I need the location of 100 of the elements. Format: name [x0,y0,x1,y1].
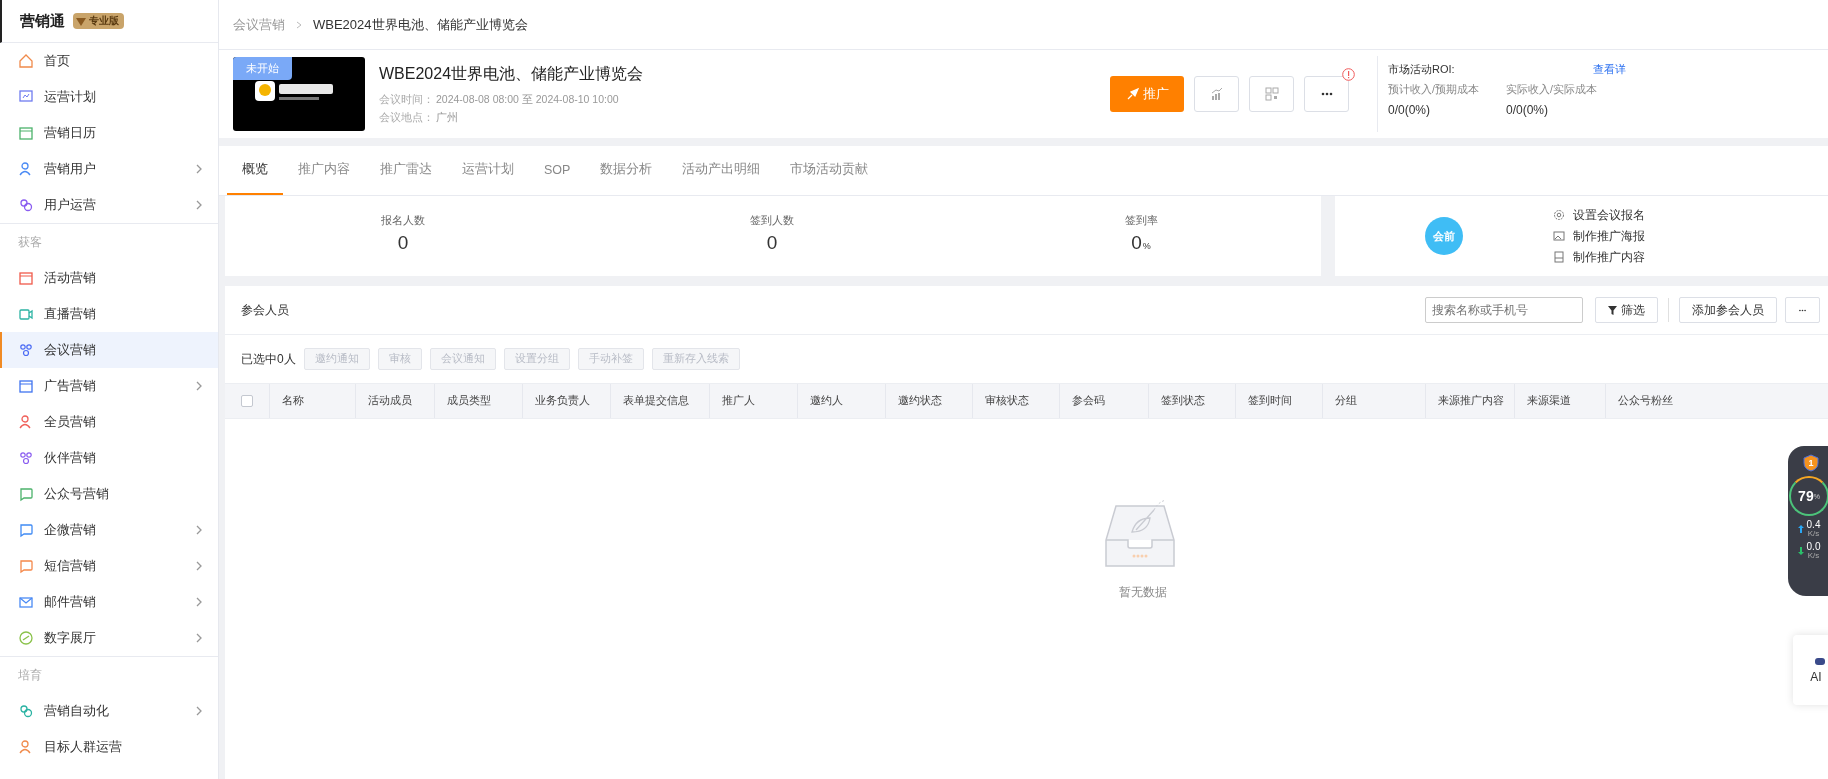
breadcrumb-current: WBE2024世界电池、储能产业博览会 [313,15,528,34]
group-icon [18,450,34,466]
column-header: 签到状态 [1148,384,1235,418]
chevron-icon [295,20,303,29]
calendar-icon [18,270,34,286]
sidebar-item[interactable]: 会议营销 [0,332,218,368]
image-icon [1553,230,1565,242]
column-header: 邀约状态 [885,384,972,418]
alert-icon [1342,68,1355,81]
group-icon [18,342,34,358]
selected-count: 已选中0人 [241,350,296,368]
users-icon [18,197,34,213]
chart-icon [18,89,34,105]
sidebar-item[interactable]: 广告营销 [0,368,218,404]
sidebar-item[interactable]: 数字展厅 [0,620,218,656]
document-icon [1553,251,1565,263]
sidebar-item[interactable]: 目标人群运营 [0,729,218,765]
select-all-checkbox[interactable] [241,395,253,407]
event-time: 2024-08-08 08:00 至 2024-08-10 10:00 [436,92,619,107]
search-field[interactable]: 搜索名称或手机号 [1425,297,1583,323]
more-button[interactable] [1785,297,1820,323]
sidebar-item[interactable]: 活动营销 [0,260,218,296]
sidebar-item[interactable]: 用户运营 [0,187,218,223]
chat-icon [18,558,34,574]
shield-count: 1 [1808,458,1814,468]
event-place: 广州 [436,110,458,125]
sidebar-item[interactable]: 全员营销 [0,404,218,440]
stage-action-link[interactable]: 设置会议报名 [1553,206,1645,224]
add-participant-button[interactable]: 添加参会人员 [1679,297,1777,323]
stage-action-link[interactable]: 制作推广海报 [1553,227,1645,245]
users-icon [18,703,34,719]
sidebar-item[interactable]: 运营计划 [0,79,218,115]
tab[interactable]: 数据分析 [585,146,668,195]
panel-title: 参会人员 [241,301,290,319]
more-button[interactable] [1304,76,1349,112]
rate-unit: K/s [1807,530,1820,538]
down-arrow-icon [1797,547,1804,555]
ai-assistant-button[interactable]: AI [1793,635,1828,705]
shield-icon [1803,454,1819,472]
mail-icon [18,594,34,610]
rate-unit: K/s [1807,552,1820,560]
sidebar-item[interactable]: 短信营销 [0,548,218,584]
metric-label: 实际收入/实际成本 [1506,83,1598,97]
sidebar-item[interactable]: 伙伴营销 [0,440,218,476]
event-title: WBE2024世界电池、储能产业博览会 [379,63,645,84]
column-header: 表单提交信息 [610,384,709,418]
column-header: 参会码 [1059,384,1148,418]
column-header: 公众号粉丝 [1605,384,1765,418]
status-badge: 未开始 [233,57,292,80]
tab[interactable]: 推广雷达 [365,146,447,195]
metric-label: 预计收入/预期成本 [1388,83,1480,97]
circle-icon [18,630,34,646]
filter-button[interactable]: 筛选 [1595,297,1658,323]
details-link[interactable]: 查看详 [1506,62,1626,77]
settings-icon [1553,209,1565,221]
video-icon [18,306,34,322]
up-arrow-icon [1797,525,1804,533]
calendar-icon [18,378,34,394]
sidebar-item[interactable]: 企微营销 [0,512,218,548]
tab[interactable]: 活动产出明细 [667,146,776,195]
chat-icon [18,486,34,502]
chart-button[interactable] [1194,76,1239,112]
sidebar-item[interactable]: 营销自动化 [0,693,218,729]
tab[interactable]: 市场活动贡献 [775,146,884,195]
usage-percent: 79 [1798,488,1814,504]
section-label: 培育 [0,656,218,693]
sidebar-item[interactable]: 邮件营销 [0,584,218,620]
field-label: 会议时间： [379,92,434,107]
brand-name: 营销通 [20,11,65,31]
sidebar-item[interactable]: 首页 [0,43,218,79]
tab[interactable]: SOP [529,146,586,195]
tab[interactable]: 运营计划 [447,146,529,195]
column-header: 来源推广内容 [1425,384,1514,418]
qr-code-button[interactable] [1249,76,1294,112]
sidebar-item[interactable]: 营销用户 [0,151,218,187]
download-rate: 0.0 [1806,542,1821,552]
chart-icon [1209,87,1224,101]
calendar-icon [18,125,34,141]
column-header: 业务负责人 [522,384,610,418]
stat-value: 0 [1131,232,1142,254]
column-header: 分组 [1322,384,1425,418]
filter-icon [1608,305,1617,315]
column-header: 邀约人 [797,384,885,418]
stat-label: 签到人数 [750,214,794,228]
edition-badge: 专业版 [73,13,124,29]
sidebar-item[interactable]: 公众号营销 [0,476,218,512]
stat-unit: % [1142,241,1151,251]
stage-badge: 会前 [1425,217,1463,255]
tab[interactable]: 推广内容 [283,146,365,195]
upload-rate: 0.4 [1806,520,1821,530]
stat-value: 0 [766,232,778,254]
sidebar-item[interactable]: 直播营销 [0,296,218,332]
stage-action-link[interactable]: 制作推广内容 [1553,248,1645,266]
column-header: 签到时间 [1235,384,1322,418]
column-header: 来源渠道 [1514,384,1605,418]
sidebar-item[interactable]: 营销日历 [0,115,218,151]
stat-value: 0 [397,232,409,254]
column-header: 推广人 [709,384,797,418]
column-header: 成员类型 [434,384,522,418]
stat-label: 签到率 [1124,214,1158,228]
